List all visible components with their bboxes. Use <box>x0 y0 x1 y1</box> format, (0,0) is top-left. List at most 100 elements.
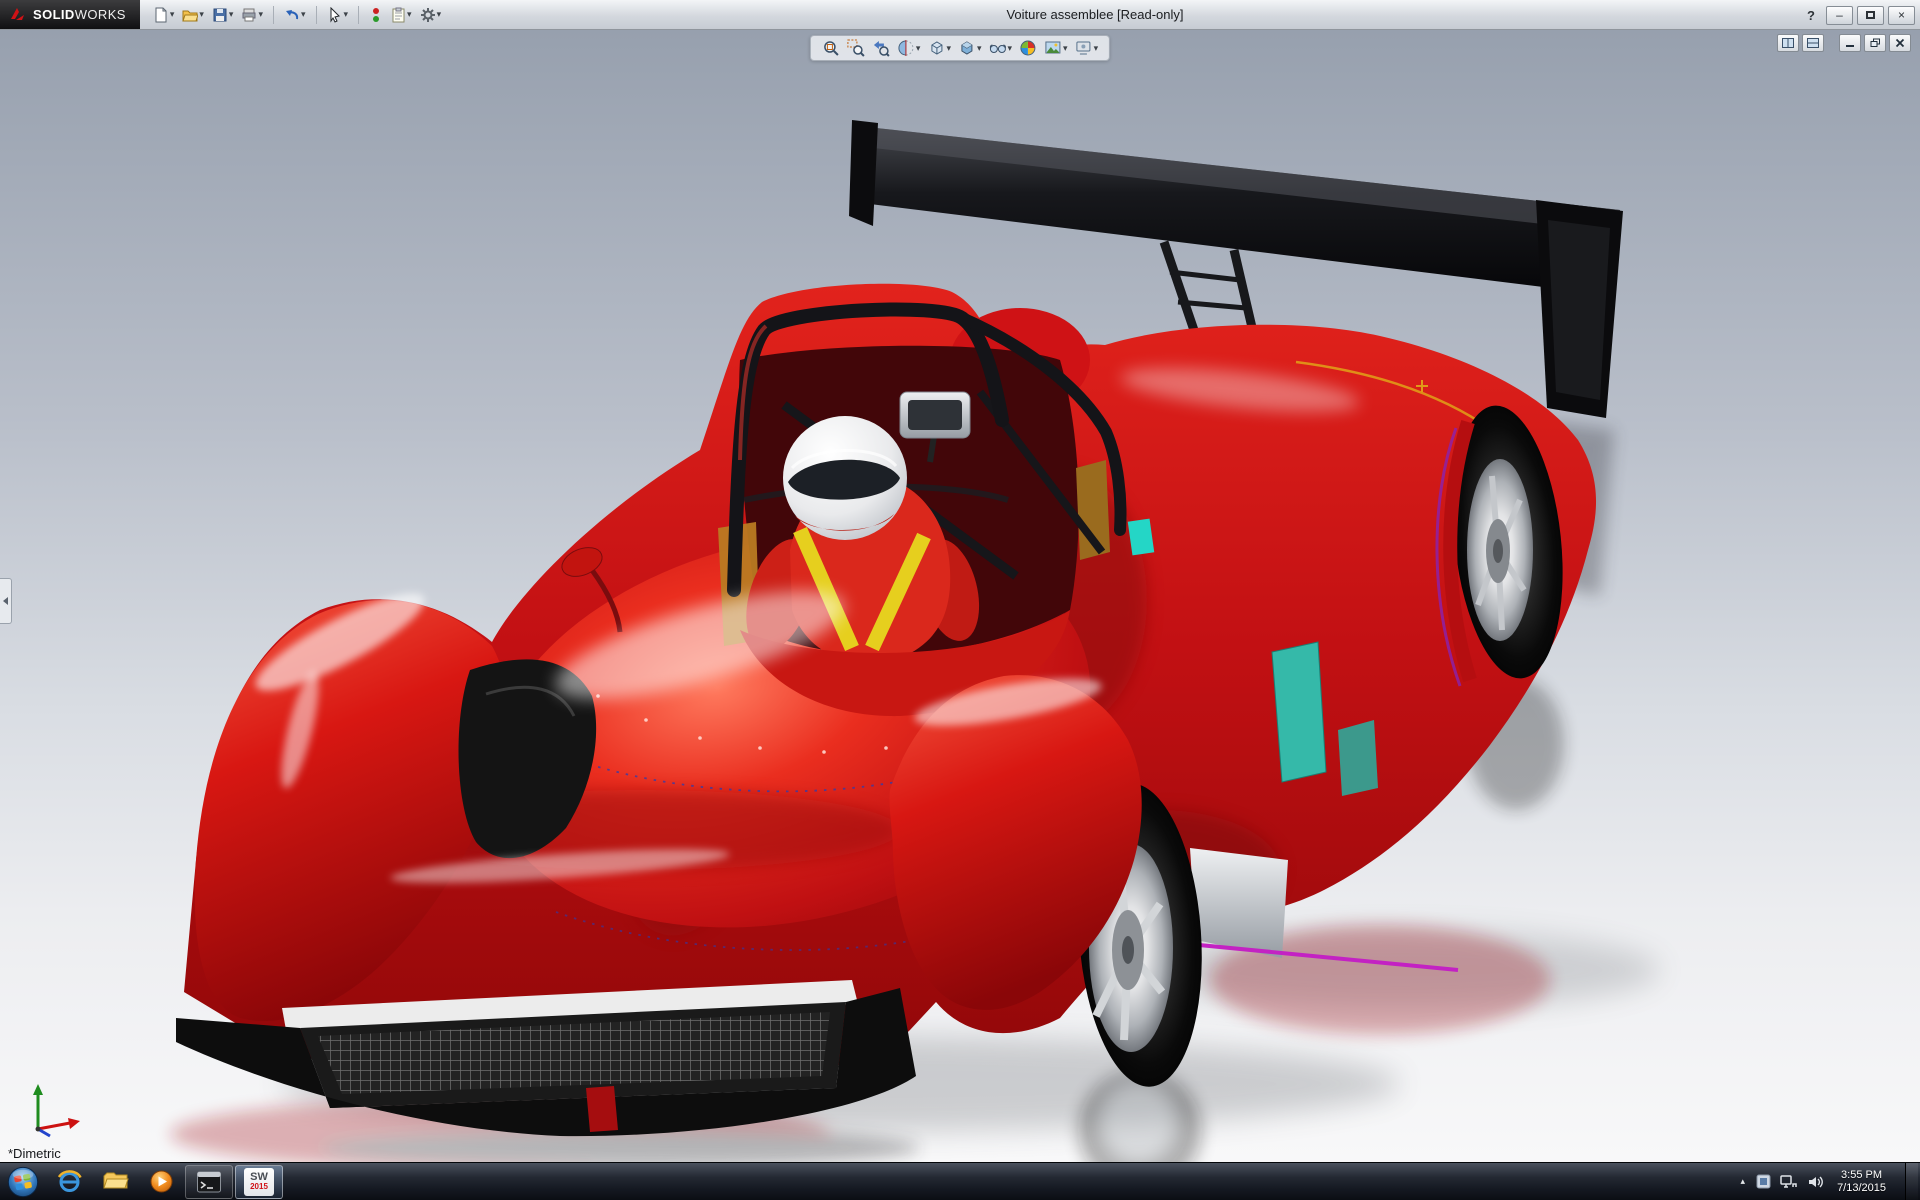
toolbar-separator <box>358 6 359 24</box>
file-properties-icon <box>391 7 406 23</box>
hide-show-items-button[interactable]: ▾ <box>987 38 1015 58</box>
edit-appearance-icon <box>1019 39 1037 57</box>
apply-scene-icon <box>1044 39 1062 57</box>
doc-close-button[interactable] <box>1889 34 1911 52</box>
dropdown-arrow-icon: ▾ <box>407 10 412 19</box>
dropdown-arrow-icon: ▾ <box>916 44 921 53</box>
start-button[interactable] <box>0 1163 46 1200</box>
dropdown-arrow-icon: ▾ <box>437 10 442 19</box>
command-prompt-icon <box>196 1170 222 1194</box>
undo-button[interactable]: ▾ <box>281 3 309 27</box>
minimize-button[interactable]: – <box>1826 6 1853 25</box>
help-button[interactable]: ? <box>1800 5 1822 25</box>
options-button[interactable]: ▾ <box>417 3 445 27</box>
taskbar-media-player[interactable] <box>138 1163 184 1200</box>
section-view-button[interactable]: ▾ <box>895 38 923 58</box>
brand-text: SOLIDWORKS <box>33 7 126 22</box>
open-folder-icon <box>182 7 198 23</box>
solidworks-icon-year: 2015 <box>250 1183 268 1191</box>
save-icon <box>212 7 228 23</box>
taskbar-command-prompt[interactable] <box>185 1165 233 1199</box>
dropdown-arrow-icon: ▾ <box>344 10 349 19</box>
apply-scene-button[interactable]: ▾ <box>1042 38 1070 58</box>
pane-split-left-icon <box>1782 38 1794 48</box>
system-tray: ▴ 3:55 PM 7/13/2015 <box>1739 1163 1920 1200</box>
display-style-icon <box>958 39 976 57</box>
view-settings-button[interactable]: ▾ <box>1073 38 1101 58</box>
file-properties-button[interactable]: ▾ <box>388 3 415 27</box>
dropdown-arrow-icon: ▾ <box>229 10 234 19</box>
windows-explorer-icon <box>102 1168 129 1195</box>
zoom-to-fit-button[interactable] <box>820 38 842 58</box>
zoom-to-fit-icon <box>822 39 840 57</box>
dropdown-arrow-icon: ▾ <box>170 10 175 19</box>
select-button[interactable]: ▾ <box>324 3 352 27</box>
doc-minimize-button[interactable] <box>1839 34 1861 52</box>
view-orientation-icon <box>927 39 945 57</box>
solidworks-app-icon: SW 2015 <box>244 1168 274 1196</box>
pane-split-left-button[interactable] <box>1777 34 1799 52</box>
titlebar: SOLIDWORKS ▾ ▾ ▾ ▾ ▾ <box>0 0 1920 30</box>
dropdown-arrow-icon: ▾ <box>946 44 951 53</box>
edit-appearance-button[interactable] <box>1017 38 1039 58</box>
close-button[interactable]: × <box>1888 6 1915 25</box>
dropdown-arrow-icon: ▾ <box>1063 44 1068 53</box>
doc-close-icon <box>1895 38 1905 48</box>
maximize-button[interactable] <box>1857 6 1884 25</box>
graphics-area[interactable] <box>0 30 1920 1162</box>
dropdown-arrow-icon: ▾ <box>258 10 263 19</box>
taskbar-clock[interactable]: 3:55 PM 7/13/2015 <box>1833 1169 1896 1195</box>
viewport: ▾ ▾ ▾ ▾ ▾ <box>0 30 1920 1162</box>
tray-app-button[interactable] <box>1756 1174 1771 1189</box>
new-document-button[interactable]: ▾ <box>150 3 178 27</box>
panel-collapse-tab[interactable] <box>0 578 12 624</box>
dropdown-arrow-icon: ▾ <box>301 10 306 19</box>
toolbar-separator <box>316 6 317 24</box>
select-cursor-icon <box>327 7 343 23</box>
save-button[interactable]: ▾ <box>209 3 237 27</box>
standard-toolbar: ▾ ▾ ▾ ▾ ▾ ▾ <box>140 3 444 27</box>
solidworks-brand: SOLIDWORKS <box>0 0 140 29</box>
taskbar-solidworks[interactable]: SW 2015 <box>235 1165 283 1199</box>
volume-button[interactable] <box>1807 1174 1824 1190</box>
network-icon <box>1780 1174 1798 1190</box>
window-title: Voiture assemblee [Read-only] <box>430 0 1760 30</box>
doc-minimize-icon <box>1845 39 1855 48</box>
new-document-icon <box>153 7 169 23</box>
tray-app-icon <box>1756 1174 1771 1189</box>
print-button[interactable]: ▾ <box>238 3 266 27</box>
doc-restore-icon <box>1870 38 1881 48</box>
dropdown-arrow-icon: ▾ <box>1094 44 1099 53</box>
clock-time: 3:55 PM <box>1837 1169 1886 1182</box>
rebuild-button[interactable] <box>366 3 386 27</box>
clock-date: 7/13/2015 <box>1837 1182 1886 1195</box>
pane-split-top-button[interactable] <box>1802 34 1824 52</box>
view-orientation-button[interactable]: ▾ <box>925 38 953 58</box>
rebuild-icon <box>369 7 383 23</box>
window-controls: ? – × <box>1800 0 1915 30</box>
previous-view-button[interactable] <box>870 38 892 58</box>
reference-triad <box>22 1079 86 1144</box>
media-player-icon <box>148 1168 175 1195</box>
taskbar-internet-explorer[interactable] <box>46 1163 92 1200</box>
show-desktop-button[interactable] <box>1905 1163 1918 1200</box>
zoom-to-area-button[interactable] <box>845 38 867 58</box>
zoom-to-area-icon <box>847 39 865 57</box>
view-settings-icon <box>1075 39 1093 57</box>
display-style-button[interactable]: ▾ <box>956 38 984 58</box>
volume-icon <box>1807 1174 1824 1190</box>
open-button[interactable]: ▾ <box>179 3 207 27</box>
start-orb-icon <box>6 1165 40 1199</box>
network-button[interactable] <box>1780 1174 1798 1190</box>
taskbar: SW 2015 ▴ 3:55 PM 7/13/2015 <box>0 1162 1920 1200</box>
pane-split-top-icon <box>1807 38 1819 48</box>
section-view-icon <box>897 39 915 57</box>
view-orientation-label: *Dimetric <box>8 1146 61 1161</box>
show-hidden-icons-button[interactable]: ▴ <box>1739 1176 1748 1187</box>
dropdown-arrow-icon: ▾ <box>1008 44 1013 53</box>
taskbar-windows-explorer[interactable] <box>92 1163 138 1200</box>
toolbar-separator <box>273 6 274 24</box>
maximize-glyph <box>1866 11 1875 19</box>
doc-restore-button[interactable] <box>1864 34 1886 52</box>
panel-collapse-arrow-icon <box>3 597 8 605</box>
